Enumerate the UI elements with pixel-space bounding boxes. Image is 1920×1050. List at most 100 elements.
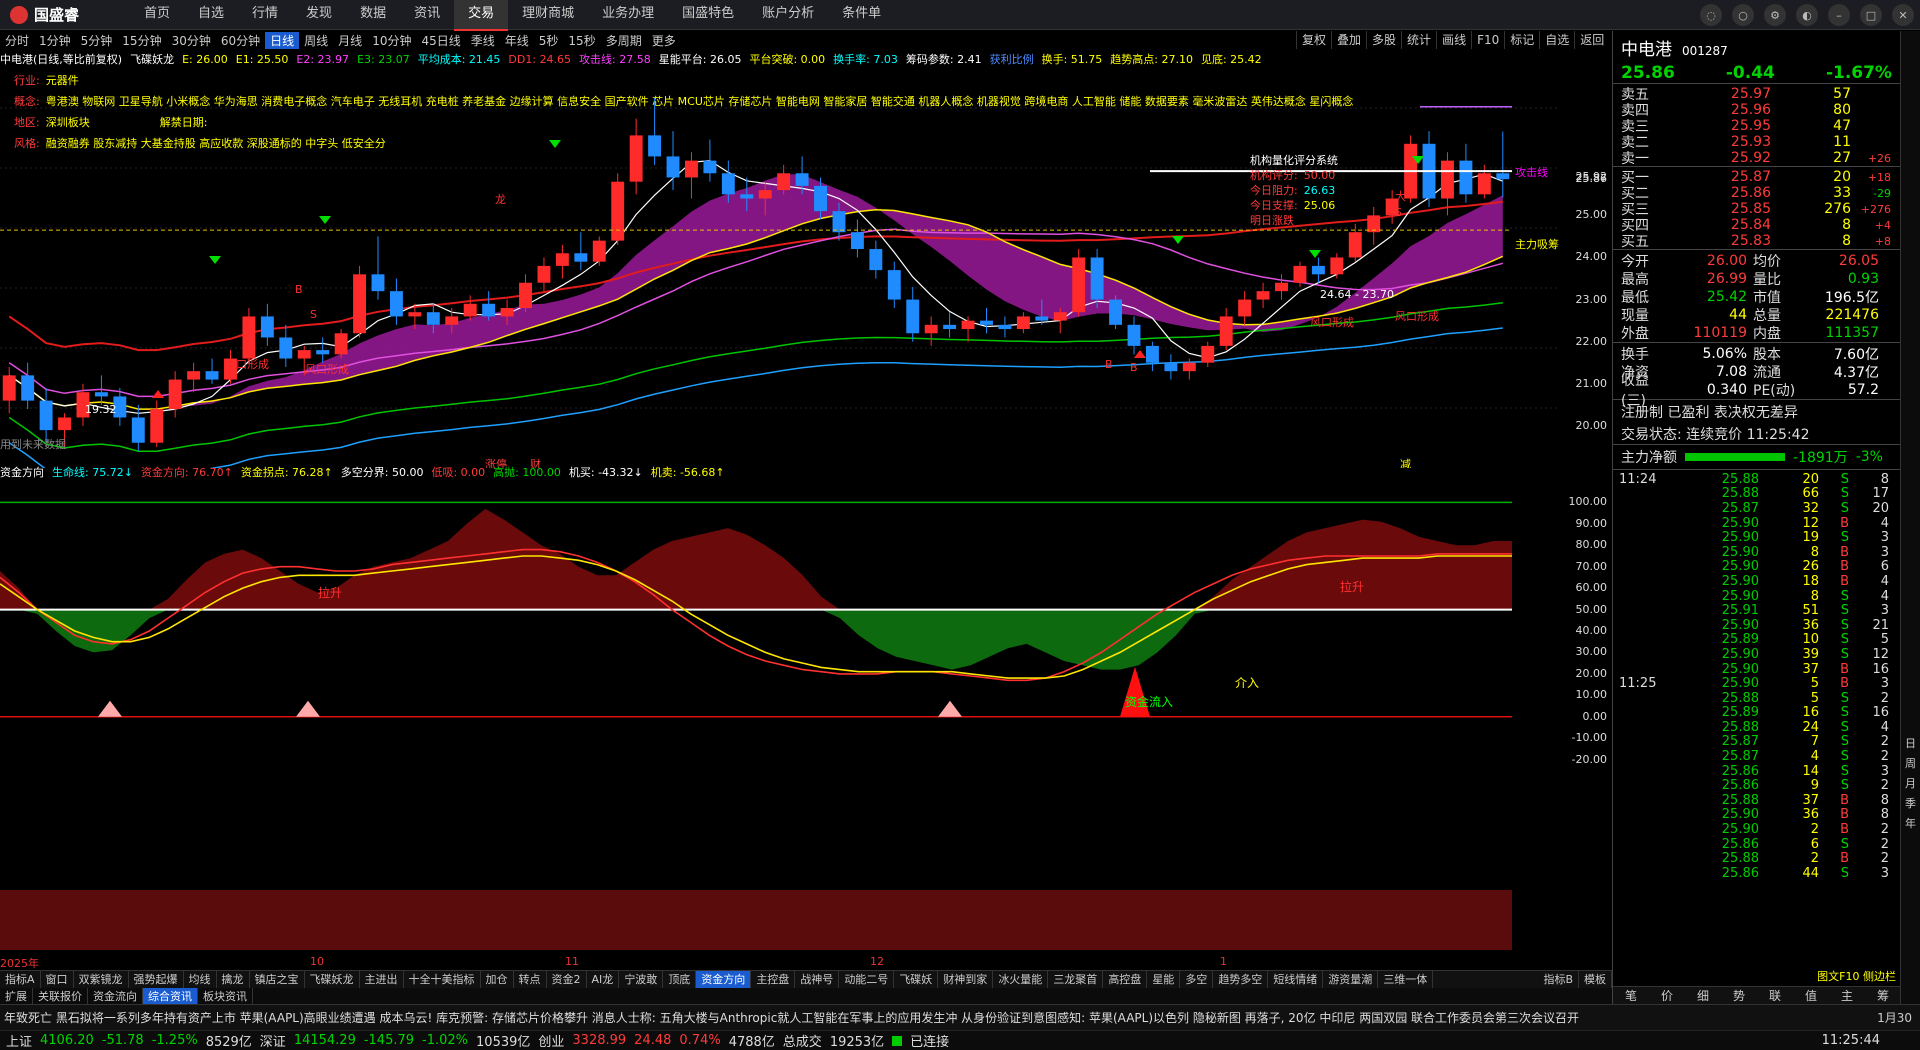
right-strip-item-2[interactable]: 月	[1905, 775, 1916, 791]
tool-item-6[interactable]: 标记	[1504, 31, 1539, 49]
user-icon[interactable]: ○	[1732, 4, 1754, 26]
volume-band-chart[interactable]	[0, 880, 1560, 955]
period-item-15[interactable]: 多周期	[601, 32, 647, 49]
indicator-tab-6[interactable]: 镇店之宝	[250, 971, 305, 988]
side-tab-0[interactable]: 笔	[1613, 987, 1649, 1004]
menu-item-4[interactable]: 数据	[346, 0, 400, 31]
period-item-12[interactable]: 年线	[500, 32, 534, 49]
f10-sidebar-label[interactable]: 图文F10 侧边栏	[1817, 968, 1896, 984]
indicator-tab-27[interactable]: 趋势多空	[1213, 971, 1269, 988]
indicator-tab-19[interactable]: 动能二号	[839, 971, 895, 988]
period-item-0[interactable]: 分时	[0, 32, 34, 49]
side-tab-1[interactable]: 价	[1649, 987, 1685, 1004]
indicator-tab-9[interactable]: 十全十美指标	[404, 971, 481, 988]
info-tab-2[interactable]: 资金流向	[88, 988, 143, 1004]
menu-item-1[interactable]: 自选	[184, 0, 238, 31]
indicator-tab-23[interactable]: 三龙聚首	[1048, 971, 1104, 988]
period-item-2[interactable]: 5分钟	[76, 32, 118, 49]
menu-item-11[interactable]: 条件单	[828, 0, 895, 31]
capital-direction-chart[interactable]: 拉升资金流入 介入 拉升	[0, 481, 1560, 781]
period-item-4[interactable]: 30分钟	[167, 32, 216, 49]
indicator-tab-0[interactable]: 指标A	[0, 971, 41, 988]
minimize-icon[interactable]: –	[1828, 4, 1850, 26]
indicator-tab-25[interactable]: 星能	[1147, 971, 1181, 988]
period-item-11[interactable]: 季线	[466, 32, 500, 49]
indicator-tab-22[interactable]: 冰火量能	[993, 971, 1049, 988]
indicator-tab-16[interactable]: 资金方向	[696, 971, 752, 988]
info-tab-0[interactable]: 扩展	[0, 988, 33, 1004]
indicator-tab-10[interactable]: 加仓	[481, 971, 514, 988]
indicator-tab-21[interactable]: 财神到家	[938, 971, 994, 988]
indicator-tab-1[interactable]: 窗口	[41, 971, 74, 988]
info-tab-4[interactable]: 板块资讯	[198, 988, 253, 1004]
indicator-tab-2[interactable]: 双紫镜龙	[74, 971, 129, 988]
side-tab-6[interactable]: 主	[1829, 987, 1865, 1004]
right-strip-item-4[interactable]: 年	[1905, 815, 1916, 831]
tool-item-0[interactable]: 复权	[1296, 31, 1331, 49]
tool-item-5[interactable]: F10	[1471, 31, 1504, 49]
indicator-tab-15[interactable]: 顶底	[663, 971, 697, 988]
tool-item-7[interactable]: 自选	[1539, 31, 1574, 49]
maximize-icon[interactable]: □	[1860, 4, 1882, 26]
period-item-16[interactable]: 更多	[647, 32, 681, 49]
indicator-tab-7[interactable]: 飞碟妖龙	[305, 971, 360, 988]
period-item-14[interactable]: 15秒	[563, 32, 600, 49]
menu-item-8[interactable]: 业务办理	[588, 0, 668, 31]
indicator-tab-8[interactable]: 主进出	[360, 971, 404, 988]
indicator-tab-17[interactable]: 主控盘	[751, 971, 796, 988]
tool-item-3[interactable]: 统计	[1401, 31, 1436, 49]
period-item-10[interactable]: 45日线	[416, 32, 465, 49]
right-strip-item-1[interactable]: 周	[1905, 755, 1916, 771]
indicator-tab-right-0[interactable]: 指标B	[1538, 971, 1579, 988]
period-item-8[interactable]: 月线	[333, 32, 367, 49]
side-tab-4[interactable]: 联	[1757, 987, 1793, 1004]
indicator-tab-12[interactable]: 资金2	[547, 971, 587, 988]
menu-item-3[interactable]: 发现	[292, 0, 346, 31]
indicator-tab-4[interactable]: 均线	[184, 971, 217, 988]
tool-item-1[interactable]: 叠加	[1331, 31, 1366, 49]
period-item-1[interactable]: 1分钟	[34, 32, 76, 49]
settings-icon[interactable]: ⚙	[1764, 4, 1786, 26]
indicator-tab-29[interactable]: 游资量潮	[1323, 971, 1379, 988]
tick-list[interactable]: 11:24 25.88 20 S 8 25.88 66 S 17 25.87 32 S 20 25.90 1…	[1613, 469, 1900, 881]
side-tab-3[interactable]: 势	[1721, 987, 1757, 1004]
indicator-tab-24[interactable]: 高控盘	[1103, 971, 1148, 988]
indicator-tab-right-1[interactable]: 模板	[1579, 971, 1612, 988]
skin-icon[interactable]: ◐	[1796, 4, 1818, 26]
app-logo[interactable]: 国盛睿	[0, 4, 130, 25]
indicator-tab-3[interactable]: 强势起爆	[129, 971, 184, 988]
period-item-7[interactable]: 周线	[299, 32, 333, 49]
tool-item-4[interactable]: 画线	[1436, 31, 1471, 49]
tool-item-8[interactable]: 返回	[1574, 31, 1609, 49]
period-item-3[interactable]: 15分钟	[117, 32, 166, 49]
menu-item-2[interactable]: 行情	[238, 0, 292, 31]
info-tab-1[interactable]: 关联报价	[33, 988, 88, 1004]
menu-item-9[interactable]: 国盛特色	[668, 0, 748, 31]
period-item-5[interactable]: 60分钟	[216, 32, 265, 49]
period-item-13[interactable]: 5秒	[534, 32, 564, 49]
indicator-tab-11[interactable]: 转点	[514, 971, 547, 988]
menu-item-10[interactable]: 账户分析	[748, 0, 828, 31]
message-icon[interactable]: ◌	[1700, 4, 1722, 26]
indicator-tab-14[interactable]: 宁波敢	[619, 971, 664, 988]
news-ticker[interactable]: 年致死亡 黑石拟将一系列多年持有资产上市 苹果(AAPL)高眼业绩遭遇 成本乌云…	[0, 1004, 1920, 1030]
indicator-tab-20[interactable]: 飞碟妖	[894, 971, 939, 988]
period-item-9[interactable]: 10分钟	[367, 32, 416, 49]
right-strip-item-3[interactable]: 季	[1905, 795, 1916, 811]
menu-item-5[interactable]: 资讯	[400, 0, 454, 31]
side-tab-2[interactable]: 细	[1685, 987, 1721, 1004]
right-strip-item-0[interactable]: 日	[1905, 735, 1916, 751]
menu-item-6[interactable]: 交易	[454, 0, 509, 31]
tool-item-2[interactable]: 多股	[1366, 31, 1401, 49]
menu-item-7[interactable]: 理财商城	[508, 0, 588, 31]
indicator-tab-13[interactable]: AI龙	[587, 971, 620, 988]
menu-item-0[interactable]: 首页	[130, 0, 184, 31]
close-icon[interactable]: ✕	[1892, 4, 1914, 26]
side-tab-7[interactable]: 筹	[1865, 987, 1901, 1004]
indicator-tab-5[interactable]: 擒龙	[217, 971, 250, 988]
indicator-tab-26[interactable]: 多空	[1180, 971, 1214, 988]
side-tab-5[interactable]: 值	[1793, 987, 1829, 1004]
indicator-tab-18[interactable]: 战神号	[795, 971, 840, 988]
info-tab-3[interactable]: 综合资讯	[143, 988, 198, 1004]
indicator-tab-30[interactable]: 三维一体	[1378, 971, 1434, 988]
